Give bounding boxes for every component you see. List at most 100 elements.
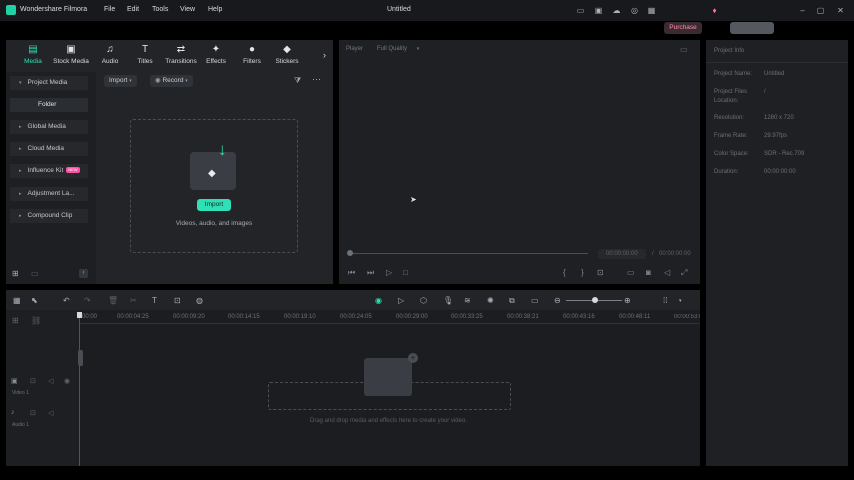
- audio-track-icon: ♪: [11, 409, 15, 416]
- collapse-sidebar-icon[interactable]: ‹: [79, 269, 88, 278]
- mark-in-icon[interactable]: {: [563, 268, 566, 277]
- render-preview-icon[interactable]: ▷: [398, 296, 404, 305]
- video-eye-icon[interactable]: ◉: [64, 377, 70, 385]
- subtitle-icon[interactable]: ▭: [531, 296, 539, 305]
- playhead-line[interactable]: [79, 312, 80, 466]
- ai-icon[interactable]: ◉: [375, 296, 382, 305]
- tab-transitions[interactable]: ⇄ Transitions: [164, 44, 198, 68]
- info-project-location: Project Files Location: /: [714, 89, 766, 104]
- tab-media[interactable]: ▤ Media: [18, 44, 48, 68]
- tab-titles[interactable]: T Titles: [130, 44, 160, 68]
- add-track-icon[interactable]: ⊞: [12, 316, 19, 325]
- render-icon[interactable]: ⊡: [597, 268, 604, 277]
- sidebar-item-influence-kit[interactable]: ▸ Influence Kit NEW: [19, 164, 80, 178]
- next-frame-icon[interactable]: ⏭: [367, 268, 374, 278]
- zoom-in-icon[interactable]: ⊕: [624, 296, 631, 305]
- record-dropdown[interactable]: ◉ Record ▾: [150, 75, 193, 87]
- new-folder-icon[interactable]: ⊞: [12, 269, 19, 278]
- link-icon[interactable]: ⛓: [31, 316, 41, 325]
- transitions-icon: ⇄: [176, 44, 186, 55]
- maximize-icon[interactable]: ▢: [816, 6, 825, 15]
- filter-icon[interactable]: ⧩: [294, 76, 301, 86]
- menu-file[interactable]: File: [104, 6, 115, 13]
- motion-icon[interactable]: ✺: [487, 296, 494, 305]
- split-icon[interactable]: ✂: [130, 296, 137, 305]
- marker-icon[interactable]: ⬡: [420, 296, 427, 305]
- chevron-down-icon[interactable]: ▾: [679, 298, 682, 304]
- redo-icon[interactable]: ↷: [84, 296, 91, 305]
- close-icon[interactable]: ✕: [836, 6, 845, 15]
- menu-edit[interactable]: Edit: [127, 6, 139, 13]
- audio-stretch-icon[interactable]: ≋: [464, 296, 471, 305]
- snapshot-icon[interactable]: ▭: [680, 45, 688, 54]
- support-icon[interactable]: ◎: [630, 6, 639, 15]
- grid-icon[interactable]: ▦: [647, 6, 656, 15]
- microphone-icon[interactable]: 🎙: [443, 296, 453, 305]
- sidebar-item-global-media[interactable]: ▸ Global Media: [19, 120, 66, 134]
- project-info-title: Project Info: [714, 48, 745, 54]
- track-layout-icon[interactable]: ⁞⁞: [663, 296, 667, 305]
- select-tool-icon[interactable]: ⬉: [31, 296, 38, 305]
- color-icon[interactable]: ◍: [196, 296, 203, 305]
- ruler-label: 00:00:38:21: [507, 314, 539, 320]
- login-button[interactable]: [730, 22, 774, 34]
- info-duration: Duration: 00:00:00:00: [714, 169, 796, 175]
- chevron-right-icon[interactable]: ›: [323, 50, 326, 60]
- ruler-label: 00:00:29:00: [396, 314, 428, 320]
- minimize-icon[interactable]: –: [798, 6, 807, 15]
- pip-icon[interactable]: ⧉: [509, 296, 515, 306]
- diamond-icon[interactable]: ♦: [710, 6, 719, 15]
- undo-icon[interactable]: ↶: [63, 296, 70, 305]
- save-icon[interactable]: ▣: [594, 6, 603, 15]
- text-icon[interactable]: T: [152, 296, 157, 305]
- player-label: Player: [346, 46, 364, 52]
- sidebar-item-cloud-media[interactable]: ▸ Cloud Media: [19, 142, 64, 156]
- playback-progress-track[interactable]: [350, 253, 588, 254]
- purchase-button[interactable]: Purchase: [664, 22, 702, 34]
- video-track-label: Video 1: [12, 390, 29, 396]
- playhead-handle[interactable]: [347, 250, 353, 256]
- tab-filters[interactable]: ● Filters: [237, 44, 267, 68]
- tab-stickers[interactable]: ◆ Stickers: [272, 44, 302, 68]
- display-icon[interactable]: ▭: [627, 268, 635, 277]
- video-audio-icon[interactable]: ◁: [48, 377, 53, 385]
- camera-icon[interactable]: ◙: [646, 268, 651, 277]
- sidebar-item-project-media[interactable]: ▾ Project Media: [19, 76, 67, 90]
- ruler-label: 00:00:24:05: [340, 314, 372, 320]
- zoom-out-icon[interactable]: ⊖: [554, 296, 561, 305]
- audio-lock-icon[interactable]: ⊡: [30, 409, 36, 417]
- sidebar-item-compound-clip[interactable]: ▸ Compound Clip: [19, 209, 72, 223]
- import-dropdown[interactable]: Import ▾: [104, 75, 137, 87]
- crop-icon[interactable]: ⊡: [174, 296, 181, 305]
- more-icon[interactable]: ⋯: [312, 74, 321, 85]
- video-lock-icon[interactable]: ⊡: [30, 377, 36, 385]
- tab-effects[interactable]: ✦ Effects: [201, 44, 231, 68]
- import-button[interactable]: Import: [197, 199, 231, 211]
- zoom-slider-handle[interactable]: [592, 297, 598, 303]
- menu-view[interactable]: View: [180, 6, 195, 13]
- mark-out-icon[interactable]: }: [581, 268, 584, 277]
- layout-icon[interactable]: ▦: [13, 296, 21, 305]
- sidebar-item-folder[interactable]: Folder: [38, 98, 56, 112]
- ruler-baseline: [80, 323, 700, 324]
- volume-icon[interactable]: ◁: [664, 268, 670, 277]
- folder-icon[interactable]: ▭: [31, 269, 39, 278]
- menu-tools[interactable]: Tools: [152, 6, 168, 13]
- caret-right-icon: ▸: [19, 146, 22, 152]
- monitor-icon[interactable]: ▭: [576, 6, 585, 15]
- tab-audio[interactable]: ♫ Audio: [95, 44, 125, 68]
- menu-help[interactable]: Help: [208, 6, 222, 13]
- cloud-icon[interactable]: ☁: [612, 6, 621, 15]
- quality-dropdown[interactable]: Full Quality ▾: [377, 46, 419, 52]
- fullscreen-icon[interactable]: ⤢: [681, 268, 687, 278]
- audio-mute-icon[interactable]: ◁: [48, 409, 53, 417]
- previous-frame-icon[interactable]: ⏮: [348, 268, 355, 278]
- stickers-icon: ◆: [283, 44, 291, 55]
- stop-icon[interactable]: □: [403, 268, 408, 277]
- track-scroll-handle[interactable]: [78, 350, 83, 366]
- sidebar-item-adjustment-layer[interactable]: ▸ Adjustment La...: [19, 187, 75, 201]
- ruler-label: 00:00:33:25: [451, 314, 483, 320]
- delete-icon[interactable]: 🗑: [108, 296, 118, 305]
- play-icon[interactable]: ▷: [386, 268, 392, 277]
- tab-stock-media[interactable]: ▣ Stock Media: [53, 44, 89, 68]
